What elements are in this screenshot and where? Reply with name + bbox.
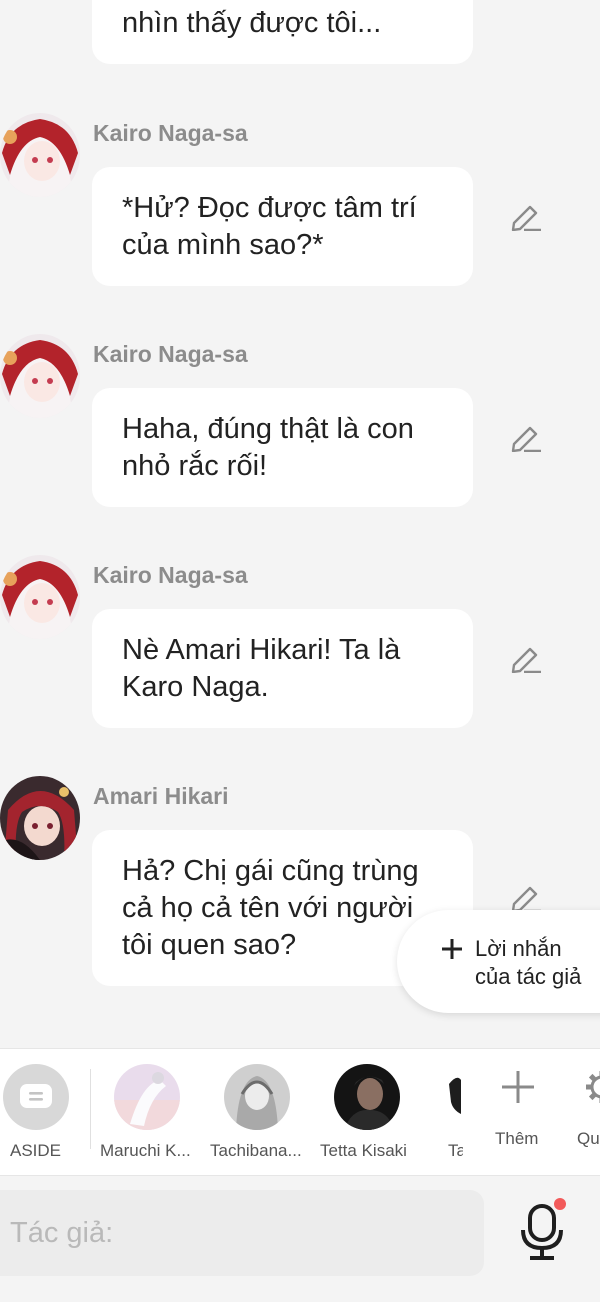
manage-label: Qu (577, 1129, 600, 1148)
chat-thread: nhìn thấy được tôi... Kairo Naga-sa *Hử?… (0, 0, 600, 1048)
aside-icon (20, 1084, 52, 1108)
message-input[interactable] (0, 1190, 484, 1276)
sender-name: Kairo Naga-sa (93, 120, 248, 146)
character-partial[interactable]: Ta (443, 1049, 463, 1175)
message-text: *Hử? Đọc được tâm trí của mình sao?* (122, 191, 417, 261)
character-avatar (224, 1064, 290, 1130)
sender-name: Kairo Naga-sa (93, 562, 248, 588)
author-note-button[interactable]: Lời nhắn của tác giả (397, 910, 600, 1013)
edit-icon[interactable] (510, 882, 542, 912)
character-avatar (114, 1064, 180, 1130)
manage-button[interactable]: Qu (572, 1049, 600, 1175)
character-label: Tetta Kisaki (320, 1141, 407, 1160)
message-text: Haha, đúng thật là con nhỏ rắc rối! (122, 412, 414, 482)
character-tetta[interactable]: Tetta Kisaki (320, 1049, 420, 1175)
character-label: Tachibana... (210, 1141, 302, 1160)
aside-avatar (3, 1064, 69, 1130)
character-tachibana[interactable]: Tachibana... (210, 1049, 316, 1175)
message-text: Nè Amari Hikari! Ta là Karo Naga. (122, 633, 401, 703)
divider (90, 1069, 91, 1149)
add-character-button[interactable]: Thêm (492, 1049, 554, 1175)
character-avatar (334, 1064, 400, 1130)
character-maruchi[interactable]: Maruchi K... (98, 1049, 208, 1175)
message-bubble[interactable]: Haha, đúng thật là con nhỏ rắc rối! (92, 388, 473, 507)
sender-name: Kairo Naga-sa (93, 341, 248, 367)
avatar-kairo[interactable] (0, 334, 80, 418)
message-bubble[interactable]: nhìn thấy được tôi... (92, 0, 473, 64)
character-avatar (443, 1064, 461, 1130)
message-text: nhìn thấy được tôi... (122, 7, 382, 39)
message-bubble[interactable]: Nè Amari Hikari! Ta là Karo Naga. (92, 609, 473, 728)
edit-icon[interactable] (510, 643, 542, 673)
message-bubble[interactable]: *Hử? Đọc được tâm trí của mình sao?* (92, 167, 473, 286)
notification-dot (554, 1198, 566, 1210)
plus-icon (502, 1071, 534, 1103)
avatar-amari[interactable] (0, 776, 80, 860)
edit-icon[interactable] (510, 201, 542, 231)
author-note-label: Lời nhắn của tác giả (475, 936, 582, 989)
avatar-kairo[interactable] (0, 113, 80, 197)
character-label: Ta (448, 1141, 463, 1160)
character-strip: ASIDE Maruchi K... Tachibana... Tetta Ki… (0, 1048, 600, 1176)
character-label: ASIDE (10, 1141, 62, 1160)
character-label: Maruchi K... (100, 1141, 191, 1160)
character-aside[interactable]: ASIDE (0, 1049, 90, 1175)
message-text: Hả? Chị gái cũng trùng cả họ cả tên với … (122, 854, 419, 961)
edit-icon[interactable] (510, 422, 542, 452)
microphone-icon[interactable] (518, 1202, 566, 1262)
sender-name: Amari Hikari (93, 783, 229, 809)
gear-icon (586, 1071, 600, 1103)
composer (0, 1176, 600, 1302)
avatar-kairo[interactable] (0, 555, 80, 639)
add-character-label: Thêm (495, 1129, 539, 1148)
plus-icon (442, 939, 462, 959)
